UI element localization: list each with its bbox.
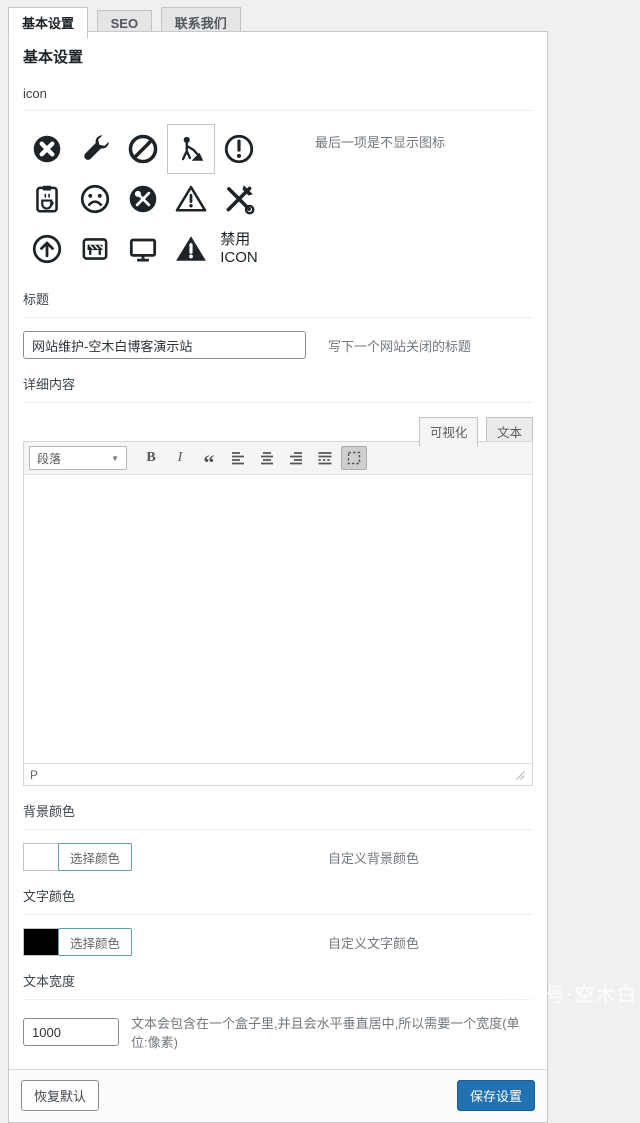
icon-field-hint: 最后一项是不显示图标 xyxy=(315,135,446,150)
editor-mode-tabs: 可视化 文本 xyxy=(23,416,533,447)
icon-option-close-circle[interactable] xyxy=(23,124,71,174)
align-right-icon xyxy=(290,452,302,465)
icon-option-tools-circle[interactable] xyxy=(119,174,167,224)
text-color-field-label: 文字颜色 xyxy=(23,871,533,915)
warning-triangle-outline-icon xyxy=(175,185,207,212)
icon-option-wrench-hammer[interactable] xyxy=(215,174,263,224)
resize-grip-icon[interactable] xyxy=(513,768,526,781)
worker-digging-icon xyxy=(181,136,204,161)
icon-option-no-entry[interactable] xyxy=(119,124,167,174)
icon-grid: 禁用 ICON xyxy=(23,124,263,274)
text-color-swatch[interactable] xyxy=(23,928,59,956)
blockquote-button[interactable]: “ xyxy=(196,446,222,473)
settings-panel: 基本设置 icon 禁用 ICON 最后一项是不显示图标 标题 网站维护-空木白… xyxy=(8,31,548,1123)
text-width-input[interactable] xyxy=(23,1018,119,1046)
align-center-button[interactable] xyxy=(254,446,280,470)
icon-option-worker-selected[interactable] xyxy=(167,124,215,174)
paragraph-format-dropdown[interactable]: 段落 ▼ xyxy=(29,446,127,470)
icon-field: 禁用 ICON 最后一项是不显示图标 xyxy=(23,124,533,274)
content-editor: 可视化 文本 段落 ▼ B I “ P xyxy=(23,416,533,786)
icon-option-disable-icon[interactable]: 禁用 ICON xyxy=(215,224,263,274)
text-width-field-label: 文本宽度 xyxy=(23,956,533,1000)
dropdown-caret-icon: ▼ xyxy=(111,453,119,463)
bg-color-swatch[interactable] xyxy=(23,843,59,871)
icon-option-exclamation-circle[interactable] xyxy=(215,124,263,174)
fullscreen-icon xyxy=(347,451,361,465)
editor-content-area[interactable] xyxy=(24,475,532,763)
editor-element-path: P xyxy=(30,767,39,782)
settings-tabbar: 基本设置 SEO 联系我们 xyxy=(0,0,640,39)
panel-title: 基本设置 xyxy=(23,49,84,66)
editor-statusbar: P xyxy=(24,763,532,785)
text-color-pick-button[interactable]: 选择颜色 xyxy=(58,928,133,956)
icon-option-warning-outline[interactable] xyxy=(167,174,215,224)
no-entry-icon xyxy=(128,134,158,164)
align-left-icon xyxy=(232,452,244,465)
icon-option-arrow-up-circle[interactable] xyxy=(23,224,71,274)
icon-option-sad-face[interactable] xyxy=(71,174,119,224)
wrench-hammer-icon xyxy=(226,185,255,215)
restore-defaults-button[interactable]: 恢复默认 xyxy=(21,1080,100,1111)
clipboard-coffee-icon xyxy=(36,185,58,213)
italic-button[interactable]: I xyxy=(167,446,193,470)
tools-circle-icon xyxy=(129,185,157,213)
align-center-icon xyxy=(261,452,273,465)
content-field-label: 详细内容 xyxy=(23,359,533,403)
icon-option-warning-filled[interactable] xyxy=(167,224,215,274)
text-width-field: 文本会包含在一个盒子里,并且会水平垂直居中,所以需要一个宽度(单位:像素) xyxy=(23,1013,533,1051)
title-input[interactable] xyxy=(23,331,306,359)
save-settings-button[interactable]: 保存设置 xyxy=(456,1080,535,1111)
bg-color-hint: 自定义背景颜色 xyxy=(328,850,420,866)
tab-basic-settings[interactable]: 基本设置 xyxy=(8,7,89,39)
fullscreen-button[interactable] xyxy=(341,446,367,470)
more-tag-button[interactable] xyxy=(312,446,338,470)
disable-icon-label: 禁用 ICON xyxy=(220,231,258,266)
warning-triangle-filled-icon xyxy=(176,236,206,261)
icon-option-monitor[interactable] xyxy=(119,224,167,274)
icon-option-barrier[interactable] xyxy=(71,224,119,274)
sad-face-icon xyxy=(80,184,110,214)
text-width-hint: 文本会包含在一个盒子里,并且会水平垂直居中,所以需要一个宽度(单位:像素) xyxy=(131,1016,520,1050)
panel-footer: 恢复默认 保存设置 xyxy=(9,1069,547,1122)
text-color-hint: 自定义文字颜色 xyxy=(328,935,420,951)
align-left-button[interactable] xyxy=(225,446,251,470)
more-tag-icon xyxy=(318,452,332,465)
align-right-button[interactable] xyxy=(283,446,309,470)
title-field: 写下一个网站关闭的标题 xyxy=(23,331,533,359)
arrow-up-circle-icon xyxy=(32,234,62,264)
wrench-icon xyxy=(84,135,109,160)
bg-color-pick-button[interactable]: 选择颜色 xyxy=(58,843,133,871)
exclamation-circle-icon xyxy=(224,134,254,164)
bg-color-field: 选择颜色 自定义背景颜色 xyxy=(23,843,533,871)
icon-option-clipboard-coffee[interactable] xyxy=(23,174,71,224)
text-color-field: 选择颜色 自定义文字颜色 xyxy=(23,928,533,956)
icon-field-label: icon xyxy=(23,71,533,111)
barrier-icon xyxy=(82,238,108,260)
icon-option-wrench[interactable] xyxy=(71,124,119,174)
monitor-icon xyxy=(129,238,157,262)
paragraph-format-label: 段落 xyxy=(37,451,62,466)
close-circle-icon xyxy=(33,135,61,163)
bg-color-field-label: 背景颜色 xyxy=(23,786,533,830)
bold-button[interactable]: B xyxy=(138,446,164,470)
editor-tab-visual[interactable]: 可视化 xyxy=(418,417,479,447)
title-field-label: 标题 xyxy=(23,274,533,318)
title-field-hint: 写下一个网站关闭的标题 xyxy=(328,338,472,354)
